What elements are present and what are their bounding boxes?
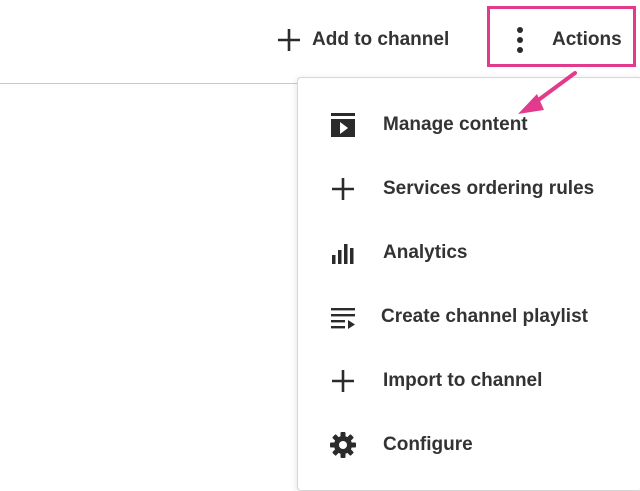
actions-button[interactable]: Actions xyxy=(508,22,622,58)
more-vertical-icon xyxy=(517,27,523,53)
menu-item-manage-content[interactable]: Manage content xyxy=(298,99,638,151)
actions-menu: Manage content Services ordering rules A… xyxy=(297,77,640,491)
menu-item-label: Create channel playlist xyxy=(381,306,588,327)
menu-item-label: Import to channel xyxy=(383,370,543,391)
channel-toolbar: Add to channel Actions xyxy=(0,0,640,84)
bar-chart-icon xyxy=(328,238,358,268)
menu-item-create-channel-playlist[interactable]: Create channel playlist xyxy=(298,291,638,343)
plus-icon xyxy=(328,366,358,396)
menu-item-label: Analytics xyxy=(383,242,468,263)
menu-item-import-to-channel[interactable]: Import to channel xyxy=(298,355,638,407)
menu-item-label: Configure xyxy=(383,434,473,455)
plus-icon xyxy=(328,174,358,204)
menu-item-services-ordering-rules[interactable]: Services ordering rules xyxy=(298,163,638,215)
plus-icon xyxy=(278,29,300,51)
menu-item-label: Services ordering rules xyxy=(383,178,595,199)
menu-item-configure[interactable]: Configure xyxy=(298,419,638,471)
play-box-icon xyxy=(328,110,358,140)
gear-icon xyxy=(328,430,358,460)
menu-item-label: Manage content xyxy=(383,114,528,135)
playlist-add-icon xyxy=(328,302,358,332)
menu-item-analytics[interactable]: Analytics xyxy=(298,227,638,279)
add-to-channel-button[interactable]: Add to channel xyxy=(276,22,449,58)
add-to-channel-label: Add to channel xyxy=(312,29,450,50)
actions-label: Actions xyxy=(552,29,622,50)
